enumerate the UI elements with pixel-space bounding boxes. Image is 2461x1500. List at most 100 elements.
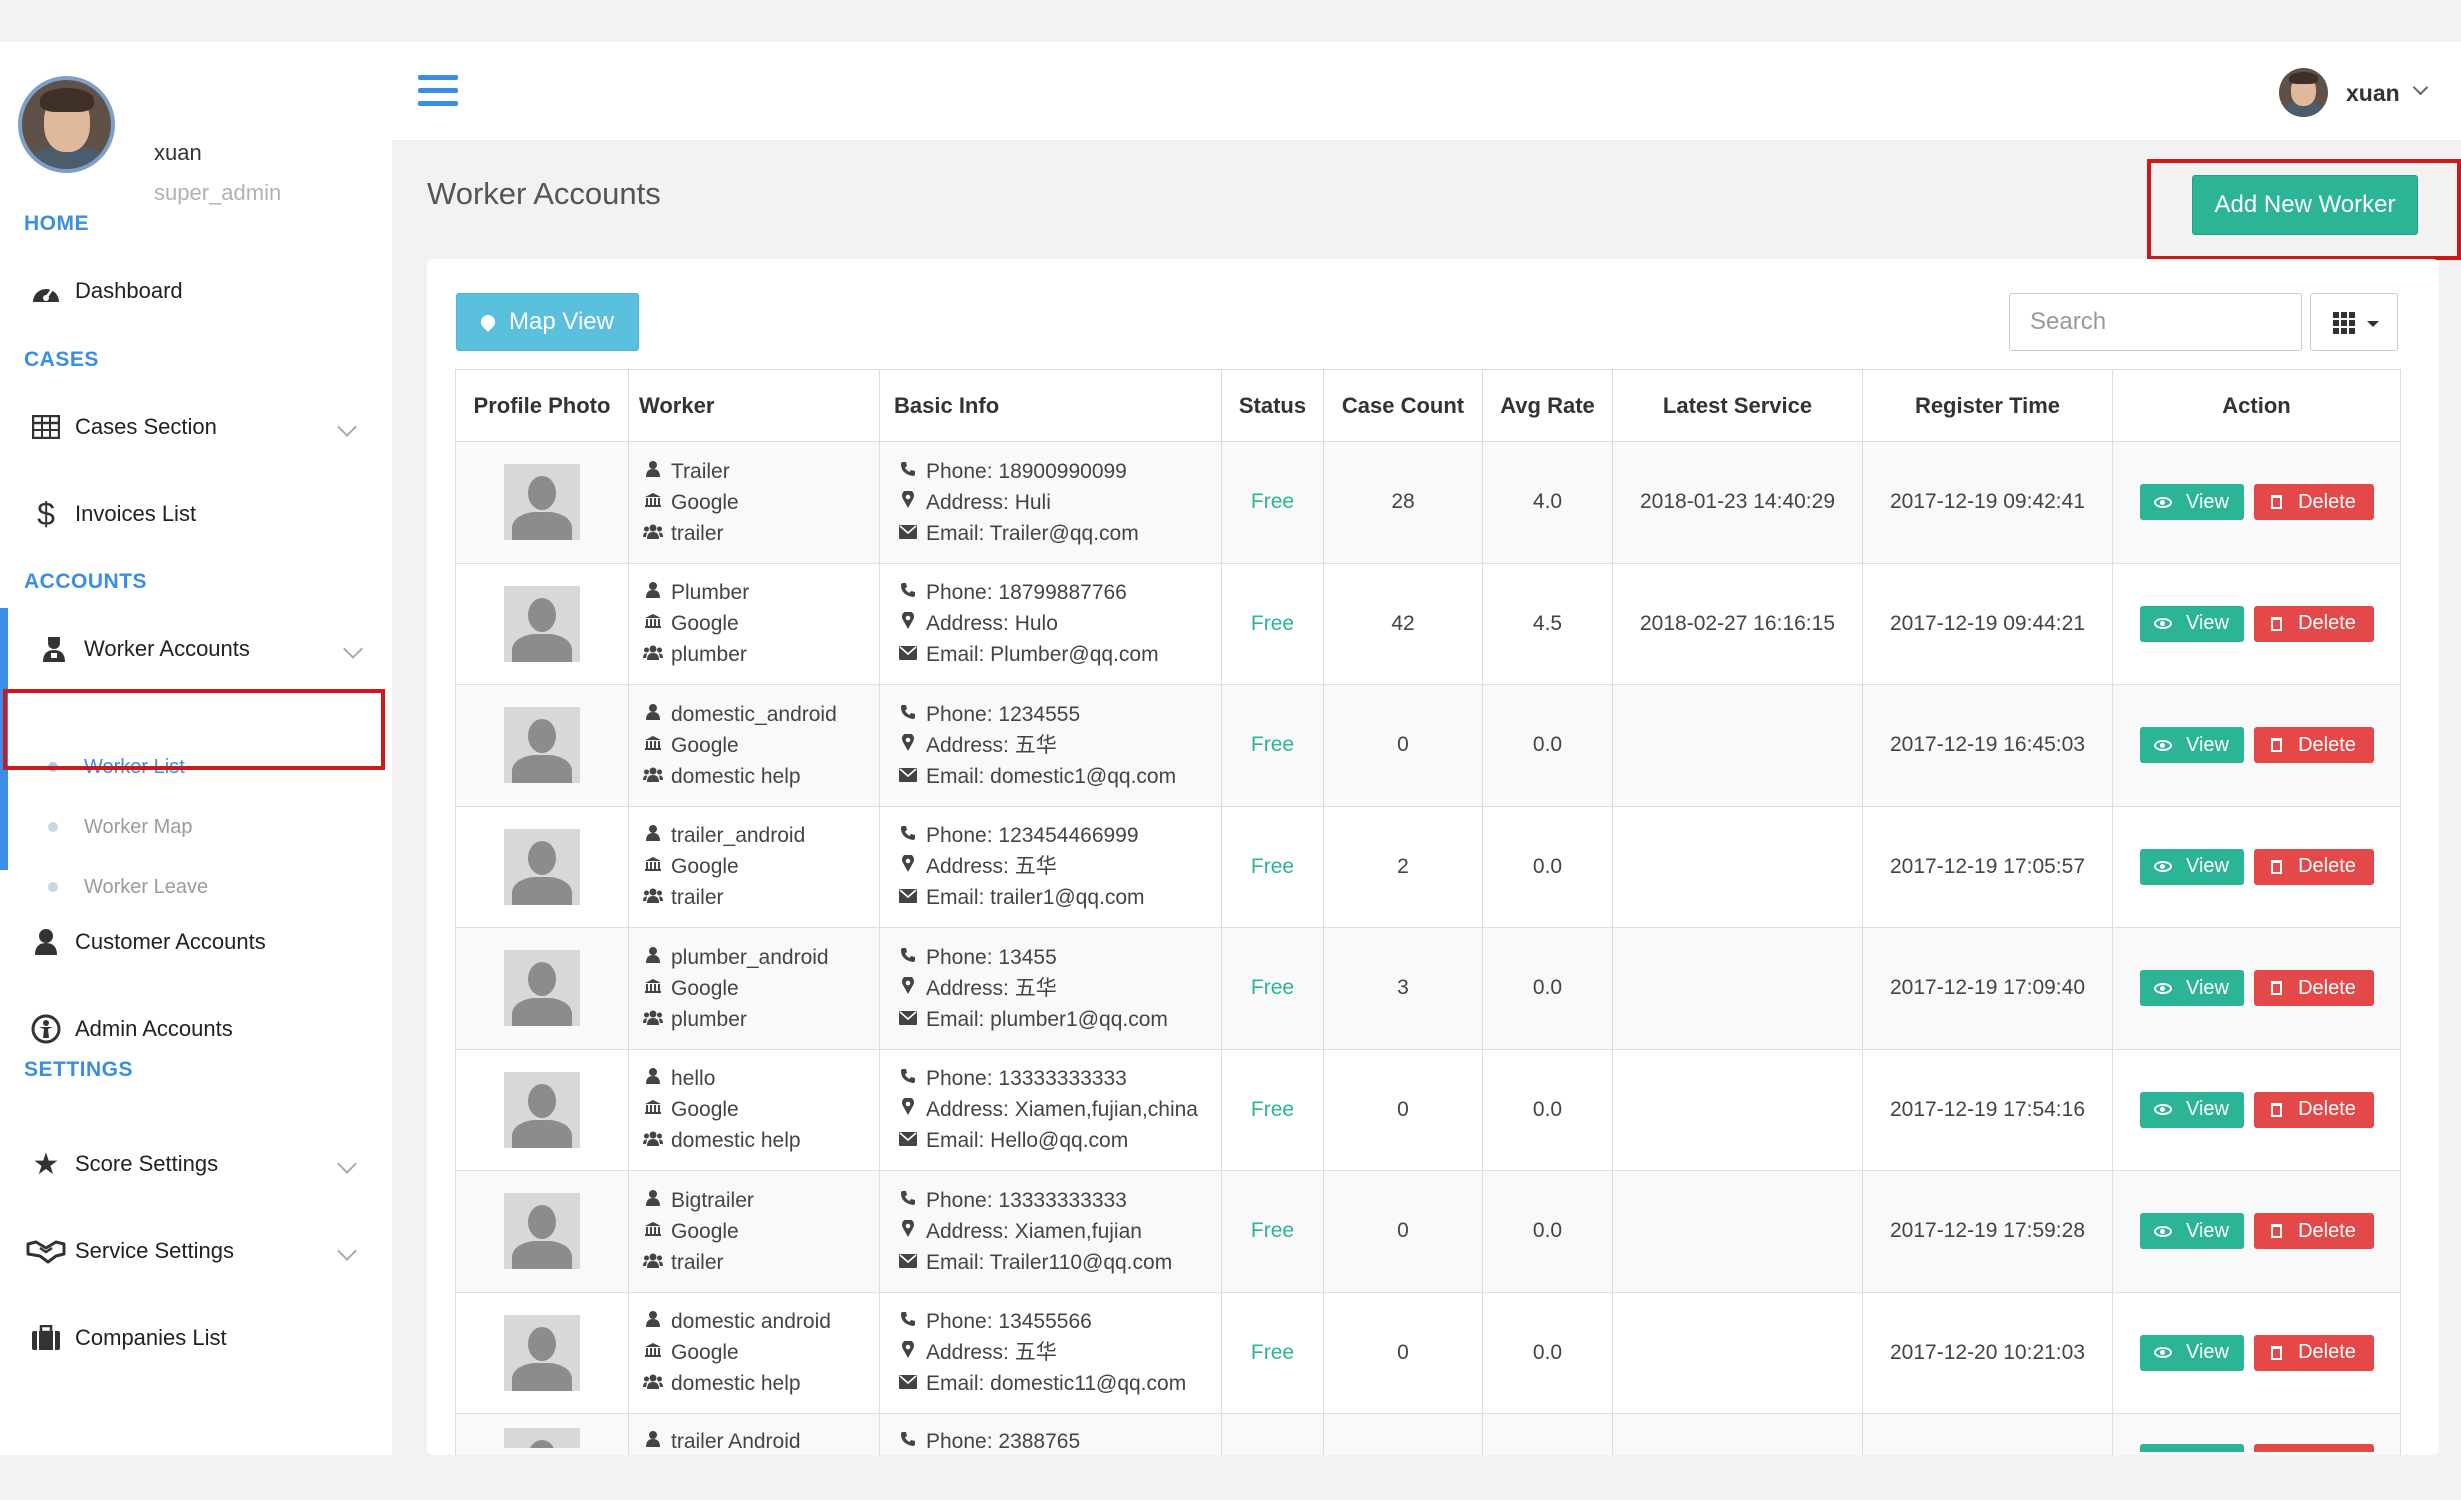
search-input[interactable] (2009, 293, 2302, 351)
envelope-icon (898, 639, 918, 670)
avg-rate-cell: 0.0 (1482, 1291, 1613, 1414)
delete-button[interactable]: Delete (2253, 727, 2374, 764)
column-header[interactable]: Profile Photo (455, 369, 629, 442)
bank-icon (643, 1094, 663, 1125)
basic-info-cell: Phone: 13333333333 Address: Xiamen,fujian… (879, 1170, 1222, 1293)
user-icon (643, 820, 663, 851)
add-worker-button[interactable]: Add New Worker (2192, 175, 2418, 235)
action-cell: View Delete (2112, 441, 2401, 564)
sidebar-item-worker-accounts[interactable]: Worker Accounts (0, 621, 392, 677)
delete-label: Delete (2298, 976, 2356, 999)
worker-type: trailer (671, 521, 724, 545)
avatar[interactable] (18, 76, 115, 173)
eye-icon (2154, 618, 2172, 630)
bank-icon (643, 973, 663, 1004)
delete-label: Delete (2298, 855, 2356, 878)
hamburger-icon[interactable] (418, 75, 458, 107)
column-header[interactable]: Worker (628, 369, 880, 442)
sidebar-item-label: Cases Section (75, 414, 217, 439)
envelope-icon (898, 1368, 918, 1399)
action-cell: View Delete (2112, 927, 2401, 1050)
section-head-home: HOME (24, 212, 89, 235)
sidebar-item-dashboard[interactable]: Dashboard (0, 263, 392, 319)
delete-button[interactable]: Delete (2253, 1213, 2374, 1250)
trash-icon (2271, 738, 2283, 753)
view-button[interactable]: View (2139, 970, 2244, 1007)
latest-service-cell (1612, 1413, 1863, 1455)
profile-placeholder-icon (504, 950, 580, 1027)
column-header[interactable]: Status (1221, 369, 1324, 442)
column-header[interactable]: Basic Info (879, 369, 1222, 442)
dashboard-icon (30, 275, 62, 307)
table-row: Trailer Google trailer Phone: 18900990099 Ad… (455, 441, 2401, 564)
sidebar-item-cases-section[interactable]: Cases Section (0, 399, 392, 455)
case-count-cell: 0 (1323, 684, 1483, 807)
view-label: View (2186, 1098, 2229, 1121)
view-button[interactable]: View (2139, 1091, 2244, 1128)
group-icon (643, 1368, 663, 1399)
sidebar-item-customer-accounts[interactable]: Customer Accounts (0, 914, 392, 970)
chevron-down-icon[interactable] (2412, 79, 2429, 96)
delete-button[interactable] (2253, 1444, 2374, 1452)
latest-service-cell (1612, 1048, 1863, 1171)
map-view-label: Map View (509, 308, 614, 335)
view-button[interactable]: View (2139, 484, 2244, 521)
eye-icon (2154, 1104, 2172, 1116)
table-header-row: Profile Photo Worker Basic Info Status C… (455, 369, 2401, 442)
column-header[interactable]: Latest Service (1612, 369, 1863, 442)
case-count-cell: 2 (1323, 805, 1483, 928)
delete-button[interactable]: Delete (2253, 970, 2374, 1007)
avg-rate-cell: 0.0 (1482, 1170, 1613, 1293)
profile-photo-cell (455, 1048, 629, 1171)
columns-toggle-button[interactable] (2310, 293, 2398, 351)
sidebar-subitem-label: Worker Map (84, 815, 193, 838)
view-button[interactable]: View (2139, 727, 2244, 764)
worker-phone: Phone: 13333333333 (926, 1067, 1127, 1091)
sidebar-item-label: Dashboard (75, 278, 183, 303)
delete-button[interactable]: Delete (2253, 1091, 2374, 1128)
table-row: hello Google domestic help Phone: 133333333… (455, 1048, 2401, 1171)
worker-name: Bigtrailer (671, 1188, 754, 1212)
profile-placeholder-icon (504, 828, 580, 905)
status-cell (1221, 1413, 1324, 1455)
user-icon (643, 1063, 663, 1094)
view-button[interactable]: View (2139, 1213, 2244, 1250)
column-header[interactable]: Avg Rate (1482, 369, 1613, 442)
sidebar-item-admin-accounts[interactable]: Admin Accounts (0, 1001, 392, 1057)
phone-icon (898, 1063, 918, 1094)
register-time-cell (1862, 1413, 2113, 1455)
avg-rate-cell: 4.5 (1482, 562, 1613, 685)
sidebar-item-invoices[interactable]: $ Invoices List (0, 486, 392, 542)
user-icon (643, 942, 663, 973)
view-button[interactable]: View (2139, 848, 2244, 885)
bank-icon (643, 851, 663, 882)
sidebar-item-service-settings[interactable]: Service Settings (0, 1223, 392, 1279)
table-row-partial: trailer Android Phone: 2388765 (455, 1413, 2401, 1455)
eye-icon (2154, 1225, 2172, 1237)
delete-button[interactable]: Delete (2253, 848, 2374, 885)
sidebar-subitem-worker-leave[interactable]: Worker Leave (0, 859, 392, 915)
map-view-button[interactable]: Map View (456, 293, 639, 351)
column-header[interactable]: Action (2112, 369, 2401, 442)
view-button[interactable]: View (2139, 1334, 2244, 1371)
profile-photo-cell (455, 1291, 629, 1414)
sidebar-item-score-settings[interactable]: ★ Score Settings (0, 1136, 392, 1192)
delete-button[interactable]: Delete (2253, 484, 2374, 521)
table-row: domestic_android Google domestic help Phone… (455, 684, 2401, 807)
action-cell: View Delete (2112, 1170, 2401, 1293)
phone-icon (898, 942, 918, 973)
profile-placeholder-icon (504, 585, 580, 662)
column-header[interactable]: Case Count (1323, 369, 1483, 442)
sidebar-item-companies[interactable]: Companies List (0, 1310, 392, 1366)
view-button[interactable]: View (2139, 605, 2244, 642)
view-button[interactable] (2139, 1444, 2244, 1452)
case-count-cell: 42 (1323, 562, 1483, 685)
sidebar-subitem-worker-map[interactable]: Worker Map (0, 799, 392, 855)
worker-name: trailer Android (671, 1430, 801, 1453)
avatar[interactable] (2279, 68, 2328, 117)
profile-placeholder-icon (504, 464, 580, 541)
delete-button[interactable]: Delete (2253, 1334, 2374, 1371)
delete-button[interactable]: Delete (2253, 605, 2374, 642)
column-header[interactable]: Register Time (1862, 369, 2113, 442)
user-menu-name[interactable]: xuan (2346, 80, 2400, 107)
